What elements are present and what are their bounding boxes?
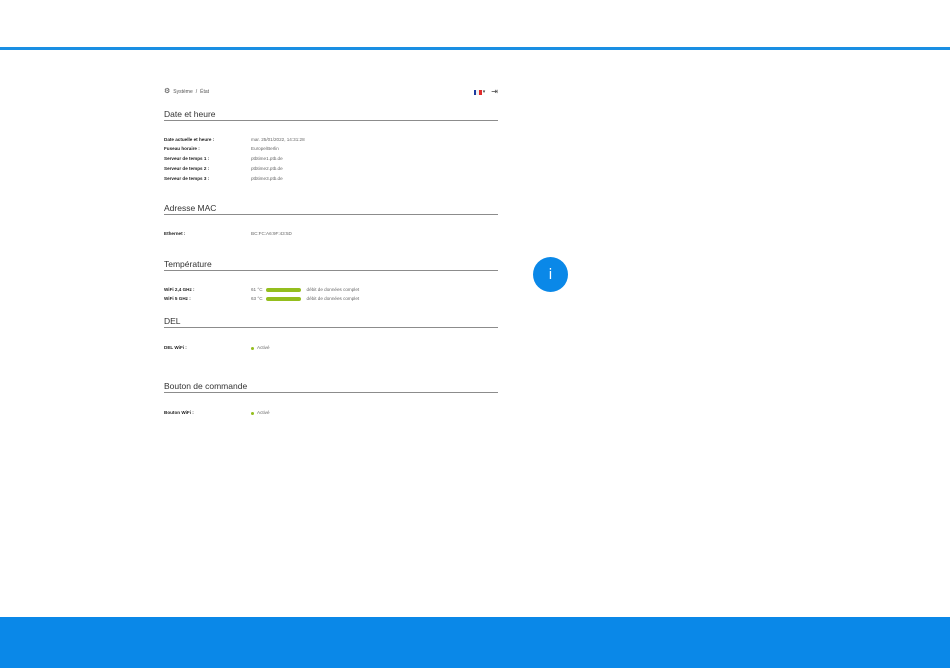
row-label: Serveur de temps 2 : [164, 166, 210, 171]
row-value: 61 °C débit de données complet [251, 286, 359, 294]
throughput-status: débit de données complet [306, 296, 360, 301]
temperature-row: WiFi 2,4 GHz : 61 °C débit de données co… [164, 286, 498, 294]
section-title-temperature: Température [164, 259, 498, 271]
temperature-row: WiFi 5 GHz : 63 °C débit de données comp… [164, 295, 498, 303]
info-row: Serveur de temps 3 : ptbtime3.ptb.de [164, 175, 498, 183]
row-label: Date actuelle et heure : [164, 137, 215, 142]
throughput-status: débit de données complet [306, 287, 360, 292]
info-row: DEL WiFi : Activé [164, 344, 498, 352]
info-button[interactable]: i [533, 257, 568, 292]
chevron-down-icon: ▾ [482, 89, 486, 95]
temperature-value: 63 °C [251, 296, 263, 301]
breadcrumb: ⚙ Système / État [164, 88, 209, 95]
led-status: Activé [257, 345, 270, 350]
info-row: Fuseau horaire : Europe/Berlin [164, 145, 498, 153]
row-value: BC:FC:A6:9F:43:5D [251, 231, 292, 236]
throughput-bar [265, 288, 301, 292]
row-label: Bouton WiFi : [164, 410, 194, 415]
fr-flag-icon [473, 89, 482, 95]
info-icon: i [548, 266, 553, 283]
footer-bar [0, 617, 950, 668]
gear-icon: ⚙ [164, 88, 171, 95]
row-value: ptbtime3.ptb.de [251, 176, 283, 181]
row-label: DEL WiFi : [164, 345, 187, 350]
top-bar [0, 0, 950, 48]
row-label: WiFi 5 GHz : [164, 296, 191, 301]
row-label: WiFi 2,4 GHz : [164, 287, 195, 292]
throughput-bar [265, 297, 301, 301]
info-row: Date actuelle et heure : mar. 25/01/2022… [164, 136, 498, 144]
temperature-value: 61 °C [251, 287, 263, 292]
row-value: 63 °C débit de données complet [251, 295, 359, 303]
row-value: Activé [251, 344, 270, 352]
section-title-datetime: Date et heure [164, 109, 498, 121]
row-label: Serveur de temps 1 : [164, 156, 210, 161]
row-label: Serveur de temps 3 : [164, 176, 210, 181]
button-status: Activé [257, 410, 270, 415]
row-value: ptbtime2.ptb.de [251, 166, 283, 171]
section-title-button: Bouton de commande [164, 381, 498, 393]
section-title-mac: Adresse MAC [164, 203, 498, 215]
info-row: Serveur de temps 1 : ptbtime1.ptb.de [164, 155, 498, 163]
breadcrumb-parent[interactable]: Système [173, 89, 192, 95]
status-dot-icon [251, 346, 254, 350]
breadcrumb-current: État [200, 88, 210, 95]
breadcrumb-separator: / [195, 88, 198, 95]
logout-icon[interactable]: ⇥ [491, 88, 498, 96]
language-selector[interactable]: ▾ [473, 89, 486, 95]
info-row: Serveur de temps 2 : ptbtime2.ptb.de [164, 165, 498, 173]
row-value: Europe/Berlin [251, 146, 279, 151]
top-accent-line [0, 47, 950, 50]
header-actions: ▾ ⇥ [473, 88, 498, 96]
row-label: Ethernet : [164, 231, 186, 236]
row-label: Fuseau horaire : [164, 146, 200, 151]
status-dot-icon [251, 411, 254, 415]
row-value: ptbtime1.ptb.de [251, 156, 283, 161]
row-value: Activé [251, 409, 270, 417]
info-row: Ethernet : BC:FC:A6:9F:43:5D [164, 230, 498, 238]
info-row: Bouton WiFi : Activé [164, 409, 498, 417]
section-title-led: DEL [164, 316, 498, 328]
row-value: mar. 25/01/2022, 14:31:28 [251, 137, 305, 142]
